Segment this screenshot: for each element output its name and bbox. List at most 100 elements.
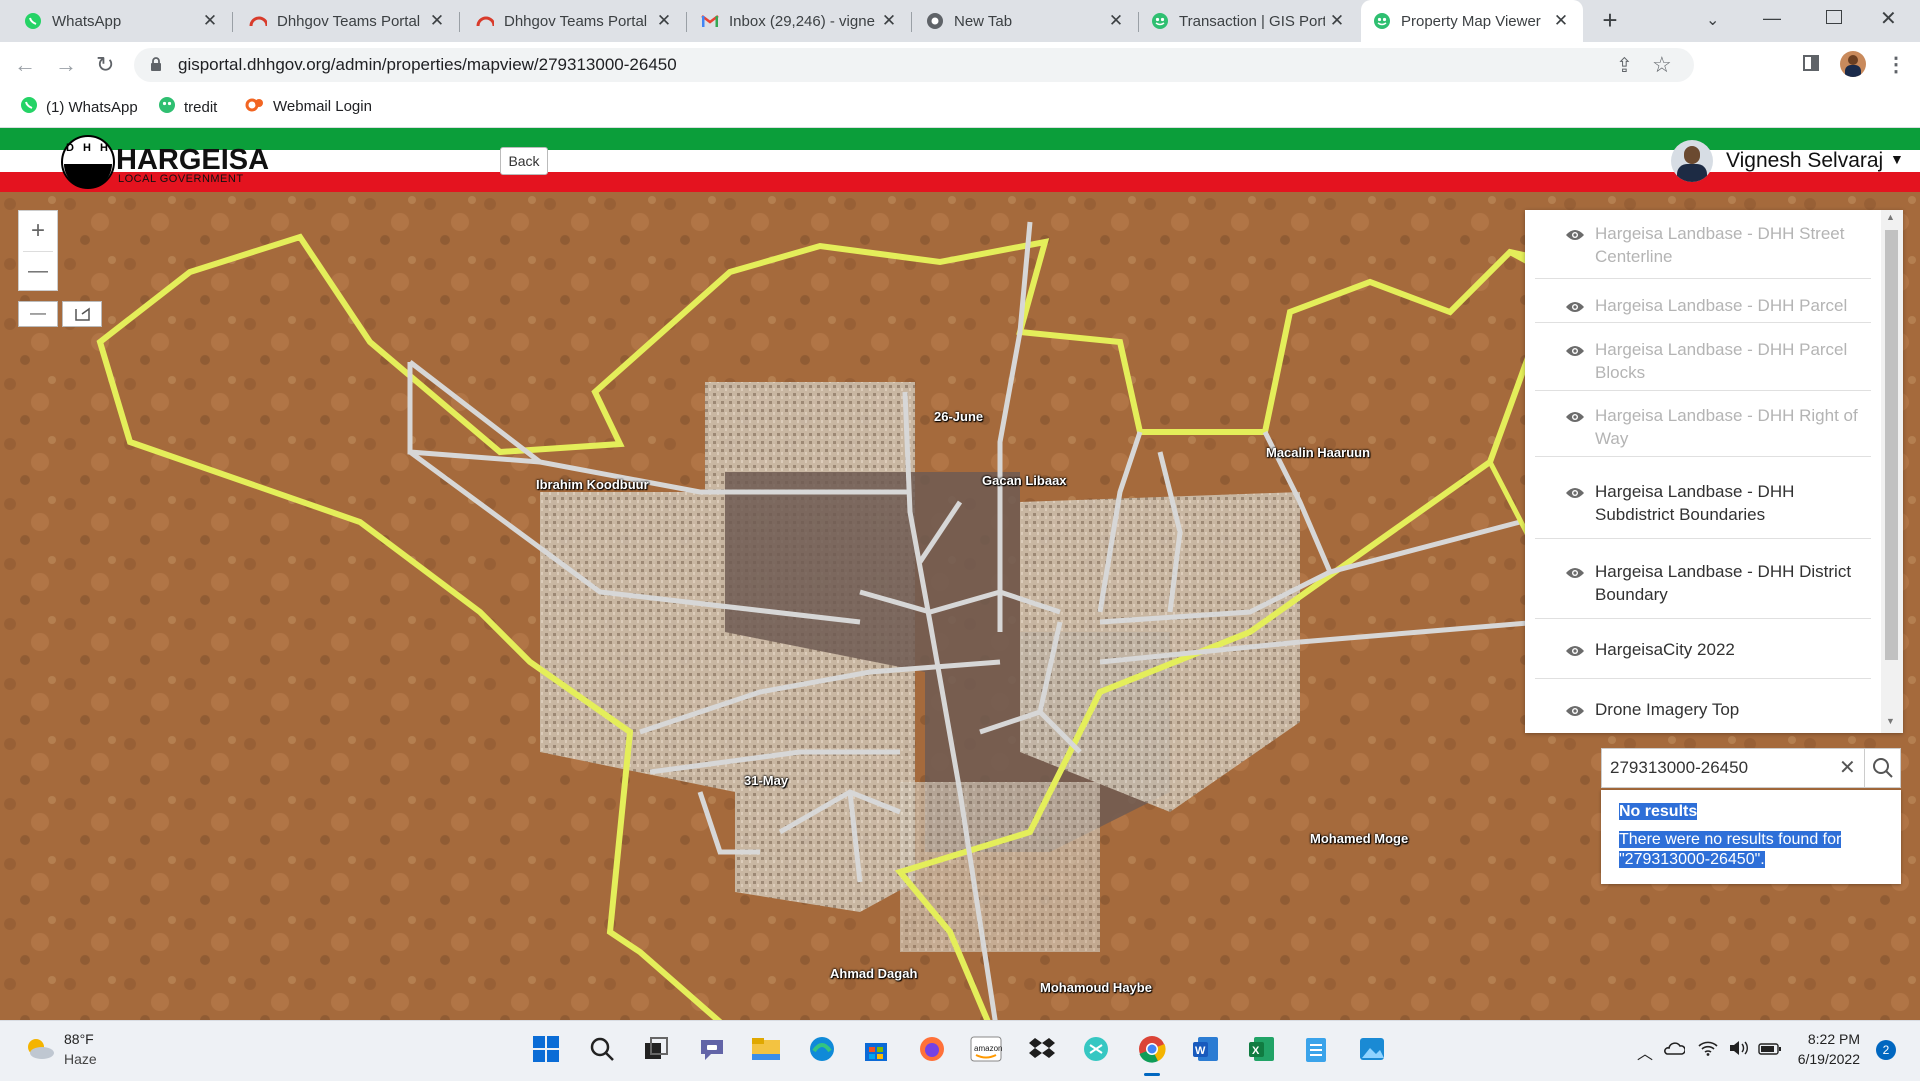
clock-date[interactable]: 6/19/2022: [1786, 1051, 1860, 1067]
weather-icon[interactable]: [22, 1034, 56, 1067]
layer-item[interactable]: Hargeisa Landbase - DHH District Boundar…: [1535, 544, 1871, 619]
layer-item[interactable]: Hargeisa Landbase - DHH Parcel Blocks: [1535, 326, 1871, 391]
clock-time[interactable]: 8:22 PM: [1796, 1031, 1860, 1047]
teams-chat-icon[interactable]: [696, 1033, 728, 1065]
file-explorer-icon[interactable]: [750, 1033, 782, 1065]
share-icon[interactable]: ⇪: [1616, 53, 1633, 78]
word-icon[interactable]: W: [1190, 1033, 1222, 1065]
tab-gmail[interactable]: Inbox (29,246) - vigne ✕: [687, 0, 911, 42]
firefox-icon[interactable]: [916, 1033, 948, 1065]
edge-icon[interactable]: [806, 1033, 838, 1065]
caret-down-icon[interactable]: ▼: [1890, 151, 1904, 167]
onedrive-icon[interactable]: [1663, 1040, 1686, 1061]
profile-avatar[interactable]: [1840, 51, 1866, 77]
eye-icon[interactable]: [1565, 704, 1585, 723]
close-icon[interactable]: ✕: [425, 9, 449, 33]
weather-temperature[interactable]: 88°F: [64, 1031, 94, 1047]
tab-new-tab[interactable]: New Tab ✕: [912, 0, 1138, 42]
svg-text:amazon: amazon: [974, 1044, 1002, 1053]
close-icon[interactable]: ✕: [877, 9, 901, 33]
wifi-icon[interactable]: [1698, 1040, 1718, 1061]
scroll-down-icon[interactable]: ▼: [1886, 716, 1895, 726]
chrome-icon[interactable]: [1136, 1033, 1168, 1065]
tray-chevron-up-icon[interactable]: ︿: [1637, 1040, 1653, 1064]
more-menu-icon[interactable]: ⋮: [1886, 52, 1906, 77]
eye-icon[interactable]: [1565, 344, 1585, 363]
bookmark-tredit[interactable]: tredit: [158, 96, 217, 118]
layer-list-scrollbar[interactable]: ▲ ▼: [1881, 210, 1903, 733]
layer-item[interactable]: Hargeisa Landbase - DHH Street Centerlin…: [1535, 210, 1871, 279]
svg-text:X: X: [1252, 1045, 1260, 1057]
lock-icon[interactable]: [150, 56, 162, 77]
zoom-out-button[interactable]: —: [19, 251, 57, 291]
zoom-in-button[interactable]: +: [19, 211, 57, 251]
tab-whatsapp[interactable]: WhatsApp ✕: [0, 0, 232, 42]
no-results-message: There were no results found for "27931300…: [1619, 831, 1842, 868]
search-icon[interactable]: [1872, 757, 1894, 784]
reload-icon[interactable]: ↻: [96, 52, 114, 78]
tab-search-chevron-icon[interactable]: ⌄: [1706, 10, 1719, 30]
new-tab-button[interactable]: +: [1597, 7, 1623, 34]
minimize-button[interactable]: —: [1760, 8, 1784, 29]
measure-line-button[interactable]: —: [18, 301, 58, 327]
microsoft-store-icon[interactable]: [860, 1033, 892, 1065]
side-panel-icon[interactable]: [1803, 55, 1819, 71]
layer-item[interactable]: HargeisaCity 2022: [1535, 624, 1871, 679]
bookmark-whatsapp[interactable]: (1) WhatsApp: [20, 96, 138, 118]
tab-title: New Tab: [954, 12, 1013, 30]
bookmark-webmail[interactable]: Webmail Login: [245, 96, 372, 116]
tab-transaction[interactable]: Transaction | GIS Port ✕: [1139, 0, 1359, 42]
scroll-up-icon[interactable]: ▲: [1886, 212, 1895, 222]
amazon-icon[interactable]: amazon: [970, 1033, 1002, 1065]
window-close-button[interactable]: ✕: [1880, 6, 1897, 31]
tab-property-map-viewer[interactable]: Property Map Viewer ✕: [1361, 0, 1583, 42]
portal-icon: [1151, 12, 1169, 30]
hargeisa-logo-emblem[interactable]: D H H: [60, 134, 116, 190]
close-icon[interactable]: ✕: [198, 9, 222, 33]
photos-icon[interactable]: [1356, 1033, 1388, 1065]
eye-icon[interactable]: [1565, 486, 1585, 505]
measure-area-button[interactable]: [62, 301, 102, 327]
bookmark-label: (1) WhatsApp: [46, 98, 138, 116]
task-view-icon[interactable]: [640, 1033, 672, 1065]
chat-app-icon[interactable]: [1080, 1033, 1112, 1065]
user-name[interactable]: Vignesh Selvaraj: [1726, 149, 1883, 173]
battery-icon[interactable]: [1758, 1042, 1782, 1060]
excel-icon[interactable]: X: [1246, 1033, 1278, 1065]
address-bar[interactable]: gisportal.dhhgov.org/admin/properties/ma…: [134, 48, 1694, 82]
tab-teams-portal-2[interactable]: Dhhgov Teams Portal ✕: [460, 0, 686, 42]
search-input[interactable]: [1602, 749, 1852, 787]
maximize-button[interactable]: [1826, 10, 1842, 24]
user-avatar[interactable]: [1671, 140, 1713, 182]
back-arrow-icon[interactable]: ←: [14, 52, 36, 78]
dropbox-icon[interactable]: [1026, 1033, 1058, 1065]
clear-search-icon[interactable]: ✕: [1839, 755, 1856, 780]
scrollbar-thumb[interactable]: [1885, 230, 1898, 660]
eye-icon[interactable]: [1565, 566, 1585, 585]
weather-description[interactable]: Haze: [64, 1051, 97, 1067]
close-icon[interactable]: ✕: [1549, 9, 1573, 33]
map-label-district: Ahmad Dagah: [830, 966, 918, 981]
tab-teams-portal-1[interactable]: Dhhgov Teams Portal ✕: [233, 0, 459, 42]
notepad-icon[interactable]: [1300, 1033, 1332, 1065]
eye-icon[interactable]: [1565, 300, 1585, 319]
eye-icon[interactable]: [1565, 410, 1585, 429]
url-text[interactable]: gisportal.dhhgov.org/admin/properties/ma…: [178, 55, 677, 75]
volume-icon[interactable]: [1728, 1040, 1750, 1061]
search-icon[interactable]: [586, 1033, 618, 1065]
notification-badge[interactable]: 2: [1876, 1040, 1896, 1060]
close-icon[interactable]: ✕: [1104, 9, 1128, 33]
back-button[interactable]: Back: [500, 147, 548, 175]
eye-icon[interactable]: [1565, 644, 1585, 663]
layer-item[interactable]: Drone Imagery Top: [1535, 684, 1871, 733]
layer-item[interactable]: Hargeisa Landbase - DHH Right of Way: [1535, 392, 1871, 457]
close-icon[interactable]: ✕: [1325, 9, 1349, 33]
forward-arrow-icon[interactable]: →: [55, 52, 77, 78]
layer-item[interactable]: Hargeisa Landbase - DHH Parcel: [1535, 282, 1871, 323]
close-icon[interactable]: ✕: [652, 9, 676, 33]
eye-icon[interactable]: [1565, 228, 1585, 247]
teams-portal-icon: [249, 12, 267, 30]
layer-item[interactable]: Hargeisa Landbase - DHH Subdistrict Boun…: [1535, 464, 1871, 539]
windows-start-icon[interactable]: [530, 1033, 562, 1065]
bookmark-star-icon[interactable]: ☆: [1652, 52, 1672, 78]
